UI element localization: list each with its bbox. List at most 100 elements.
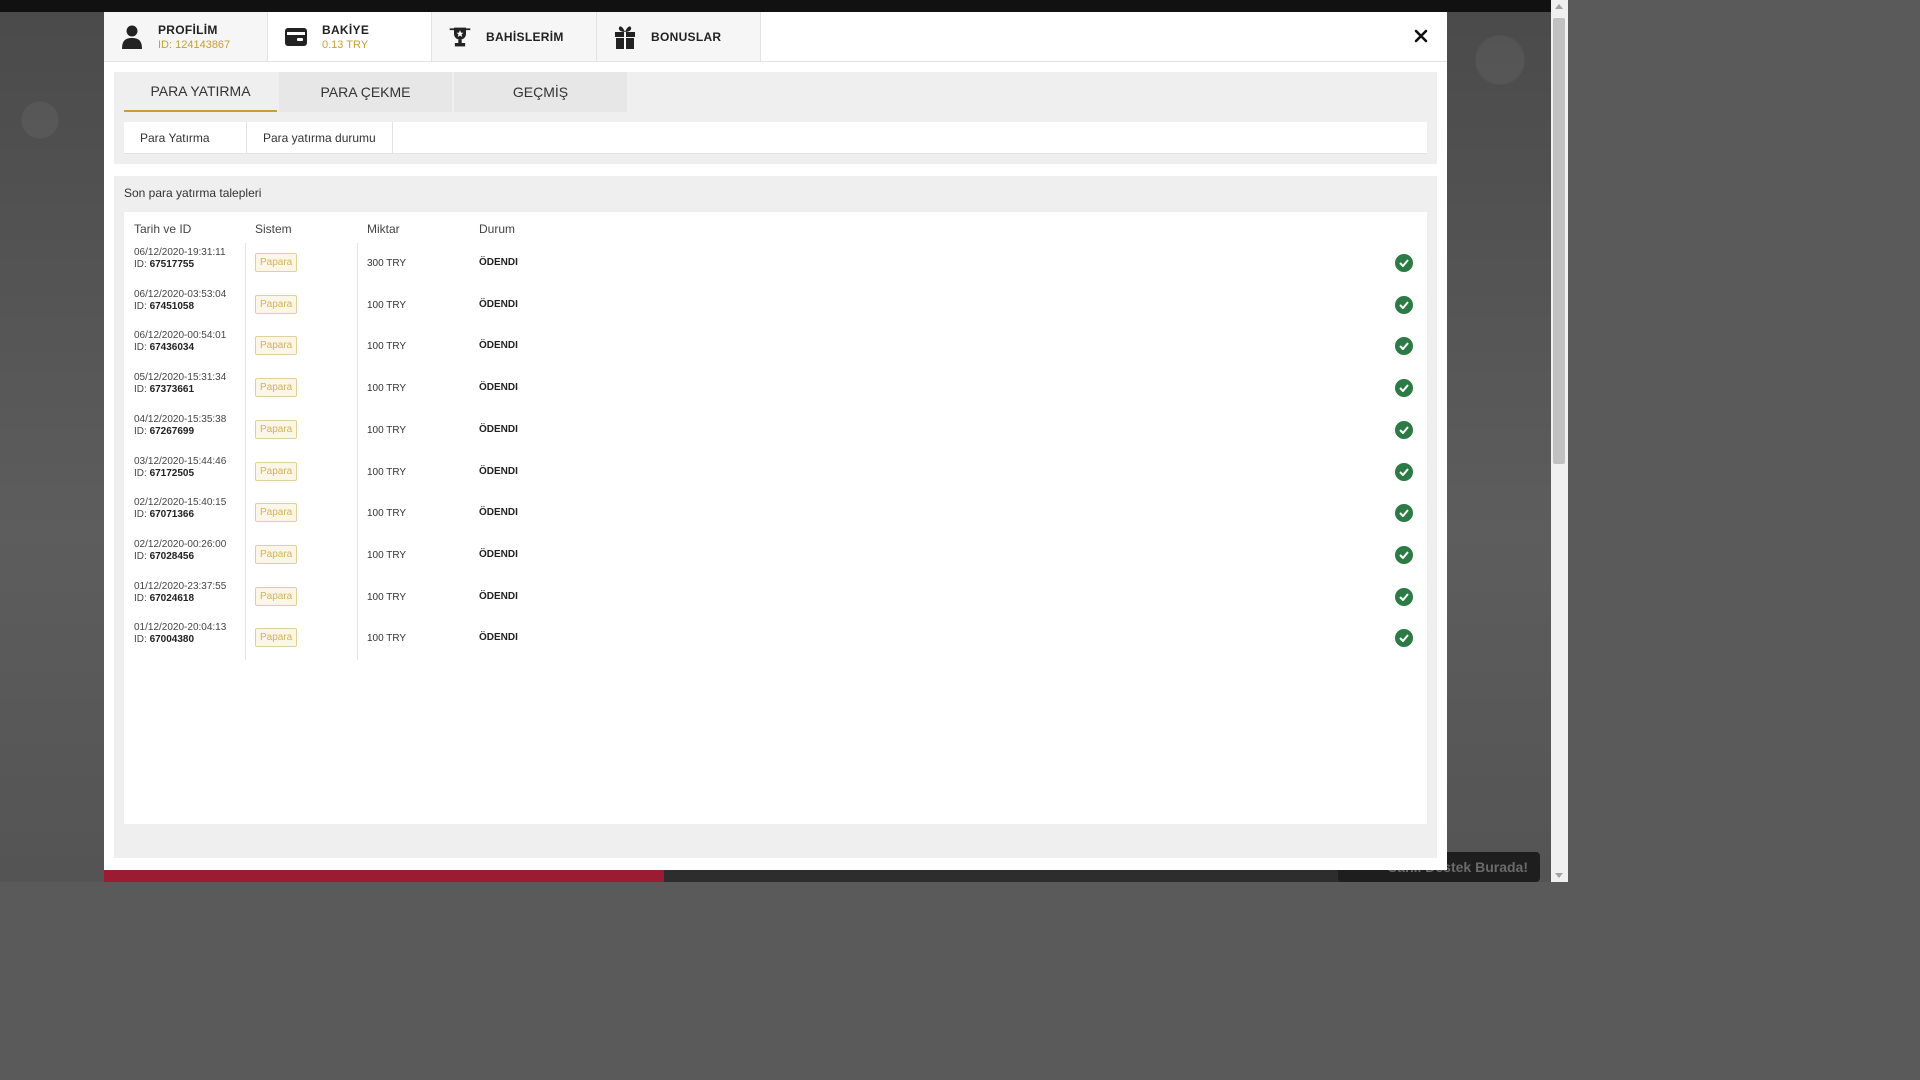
- row-datetime: 05/12/2020-15:31:34: [134, 372, 227, 384]
- column-divider: [245, 576, 246, 619]
- check-circle-icon: [1395, 545, 1413, 564]
- table-row: 06/12/2020-03:53:04 ID: 67451058 Papara 100…: [124, 284, 1427, 327]
- row-amount: 100 TRY: [367, 299, 407, 311]
- page-scrollbar[interactable]: [1551, 0, 1568, 882]
- row-date-id: 02/12/2020-15:40:15 ID: 67071366: [134, 497, 226, 521]
- table-row: 06/12/2020-19:31:11 ID: 67517755 Papara 300…: [124, 243, 1427, 285]
- check-circle-icon: [1395, 420, 1413, 439]
- wallet-icon: [284, 25, 308, 49]
- balance-value: 0.13 TRY: [322, 38, 369, 51]
- table-row: 03/12/2020-15:44:46 ID: 67172505 Papara 100…: [124, 451, 1427, 494]
- row-amount: 100 TRY: [367, 383, 407, 395]
- row-amount: 100 TRY: [367, 508, 407, 520]
- column-divider: [245, 493, 246, 536]
- row-amount: 100 TRY: [367, 466, 407, 478]
- column-divider: [357, 451, 358, 494]
- column-divider: [245, 368, 246, 411]
- tab-bonuses-label: BONUSLAR: [651, 29, 722, 44]
- column-divider: [245, 451, 246, 494]
- close-icon[interactable]: [1411, 26, 1431, 46]
- tab-deposit-form[interactable]: Para Yatırma: [124, 122, 247, 153]
- row-datetime: 03/12/2020-15:44:46: [134, 455, 227, 467]
- column-divider: [245, 284, 246, 327]
- row-date-id: 05/12/2020-15:31:34 ID: 67373661: [134, 372, 226, 396]
- secondary-tabs: Para Yatırma Para yatırma durumu: [124, 122, 1427, 154]
- row-id: 67436034: [149, 342, 195, 354]
- scrollbar-thumb[interactable]: [1553, 18, 1565, 464]
- check-circle-icon: [1395, 629, 1413, 648]
- row-status: ÖDENDI: [479, 590, 518, 602]
- column-divider: [245, 618, 246, 661]
- row-id-prefix: ID:: [134, 634, 147, 646]
- column-divider: [357, 326, 358, 369]
- row-id-prefix: ID:: [134, 467, 147, 479]
- check-circle-icon: [1395, 295, 1413, 314]
- table-row: 01/12/2020-23:37:55 ID: 67024618 Papara 100…: [124, 576, 1427, 619]
- tab-my-bets[interactable]: BAHİSLERİM: [432, 12, 597, 61]
- check-circle-icon: [1395, 504, 1413, 523]
- account-modal: PROFİLİM ID: 124143867 BAKİYE 0.13 TRY B…: [104, 12, 1447, 870]
- row-date-id: 04/12/2020-15:35:38 ID: 67267699: [134, 414, 226, 438]
- tab-bonuses[interactable]: BONUSLAR: [597, 12, 761, 61]
- row-id: 67267699: [149, 425, 195, 437]
- row-datetime: 06/12/2020-03:53:04: [134, 288, 227, 300]
- row-status: ÖDENDI: [479, 548, 518, 560]
- row-id: 67028456: [149, 550, 195, 562]
- tab-deposit-status[interactable]: Para yatırma durumu: [247, 122, 393, 153]
- row-id: 67517755: [149, 259, 195, 270]
- profile-id: ID: 124143867: [158, 38, 231, 51]
- row-date-id: 01/12/2020-20:04:13 ID: 67004380: [134, 622, 226, 646]
- payment-system-badge: Papara: [255, 461, 298, 481]
- tab-balance-label: BAKİYE: [322, 22, 370, 37]
- row-status: ÖDENDI: [479, 257, 518, 268]
- column-divider: [357, 409, 358, 452]
- check-circle-icon: [1395, 379, 1413, 398]
- row-id: 67024618: [149, 592, 195, 604]
- payment-system-badge: Papara: [255, 586, 298, 606]
- column-header-system: Sistem: [255, 222, 292, 236]
- column-divider: [357, 576, 358, 619]
- row-datetime: 04/12/2020-15:35:38: [134, 413, 227, 425]
- row-date-id: 02/12/2020-00:26:00 ID: 67028456: [134, 539, 226, 563]
- gift-icon: [613, 25, 637, 49]
- column-divider: [245, 326, 246, 369]
- row-amount: 100 TRY: [367, 341, 407, 353]
- row-id-prefix: ID:: [134, 259, 147, 270]
- scroll-up-icon[interactable]: [1555, 4, 1563, 9]
- table-row: 06/12/2020-00:54:01 ID: 67436034 Papara 100…: [124, 326, 1427, 369]
- column-divider: [357, 368, 358, 411]
- tab-balance[interactable]: BAKİYE 0.13 TRY: [268, 12, 432, 61]
- column-divider: [245, 534, 246, 577]
- row-id: 67373661: [149, 384, 195, 396]
- row-status: ÖDENDI: [479, 340, 518, 352]
- payment-system-badge: Papara: [255, 544, 298, 564]
- tab-deposit[interactable]: PARA YATIRMA: [124, 72, 277, 112]
- column-divider: [357, 493, 358, 536]
- row-id: 67071366: [149, 509, 195, 521]
- scroll-down-icon[interactable]: [1555, 873, 1563, 878]
- column-header-status: Durum: [479, 222, 516, 236]
- column-divider: [357, 284, 358, 327]
- column-divider: [357, 618, 358, 661]
- row-datetime: 02/12/2020-15:40:15: [134, 497, 227, 509]
- row-id-prefix: ID:: [134, 509, 147, 521]
- row-id: 67451058: [149, 300, 195, 312]
- check-circle-icon: [1395, 462, 1413, 481]
- check-circle-icon: [1395, 254, 1413, 272]
- payment-system-badge: Papara: [255, 253, 298, 272]
- tab-history[interactable]: GEÇMİŞ: [454, 72, 627, 112]
- check-circle-icon: [1395, 587, 1413, 606]
- column-divider: [245, 409, 246, 452]
- payment-system-badge: Papara: [255, 628, 298, 648]
- tab-withdraw[interactable]: PARA ÇEKME: [279, 72, 452, 112]
- column-divider: [357, 243, 358, 285]
- row-date-id: 06/12/2020-03:53:04 ID: 67451058: [134, 289, 226, 313]
- tab-profile-label: PROFİLİM: [158, 22, 218, 37]
- row-datetime: 01/12/2020-23:37:55: [134, 580, 227, 592]
- sub-tabs: PARA YATIRMA PARA ÇEKME GEÇMİŞ: [124, 72, 629, 112]
- top-bar: [0, 0, 1568, 12]
- tab-profile[interactable]: PROFİLİM ID: 124143867: [104, 12, 268, 61]
- row-amount: 100 TRY: [367, 549, 407, 561]
- row-amount: 100 TRY: [367, 633, 407, 645]
- row-id: 67172505: [149, 467, 195, 479]
